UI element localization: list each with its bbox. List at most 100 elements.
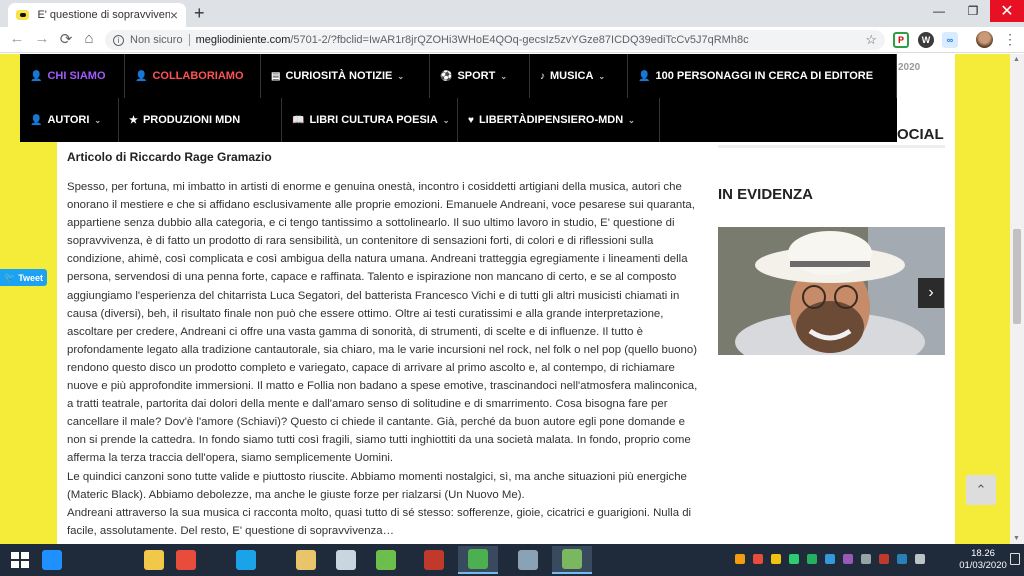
post-date-fragment: 2020: [898, 62, 921, 73]
tray-icon[interactable]: [843, 554, 853, 564]
page-viewport: 2020 OCIAL 👤 CHI SIAMO 👤 COLLABORIAMO ▤ CURIO…: [0, 54, 1010, 544]
page-scrollbar[interactable]: ▲ ▼: [1010, 54, 1024, 544]
security-label[interactable]: Non sicuro: [130, 34, 183, 46]
app-glyph: [236, 550, 256, 570]
reload-button[interactable]: ⟳: [57, 30, 75, 48]
yellow-margin-right: [955, 54, 1010, 544]
address-separator: [188, 34, 190, 46]
media-player-icon[interactable]: [166, 546, 206, 574]
power-app-icon[interactable]: [414, 546, 454, 574]
user-icon: 👤: [30, 70, 43, 82]
sky-go-icon[interactable]: [226, 546, 266, 574]
tray-icon[interactable]: [879, 554, 889, 564]
featured-portrait-illustration: [718, 227, 945, 355]
user-icon: 👤: [30, 114, 43, 126]
nav-item[interactable]: 👤 100 PERSONAGGI IN CERCA DI EDITORE: [628, 54, 897, 98]
user-icon: 👤: [135, 70, 148, 82]
browser-menu-icon[interactable]: ⋮: [1003, 31, 1017, 48]
system-tray: [735, 554, 925, 564]
app-glyph: [176, 550, 196, 570]
home-button[interactable]: ⌂: [80, 30, 98, 47]
article-paragraph: Le quindici canzoni sono tutte valide e …: [67, 470, 687, 501]
browser-tab[interactable]: E' questione di sopravvivenza - E ×: [8, 3, 186, 27]
nav-item-label: CURIOSITÀ NOTIZIE: [285, 70, 393, 82]
soccer-ball-icon: ⚽: [440, 70, 453, 82]
scroll-thumb[interactable]: [1013, 229, 1021, 324]
info-icon[interactable]: i: [113, 34, 124, 46]
back-to-top-button[interactable]: ⌃: [966, 475, 996, 505]
notification-icon[interactable]: [1010, 553, 1020, 565]
calculator-app-icon[interactable]: [552, 546, 592, 574]
app-glyph: [518, 550, 538, 570]
chrome-icon[interactable]: [458, 546, 498, 574]
nav-item-label: COLLABORIAMO: [152, 70, 244, 82]
nav-item[interactable]: 📖 LIBRI CULTURA POESIA ⌄: [282, 98, 458, 142]
star-icon: ★: [129, 114, 138, 126]
bookmark-star-icon[interactable]: ☆: [865, 32, 877, 48]
clock-date: 01/03/2020: [959, 560, 1007, 571]
chevron-down-icon: ⌄: [397, 71, 405, 81]
nav-item[interactable]: ⚽ SPORT ⌄: [430, 54, 530, 98]
heading-underline: [718, 145, 945, 148]
maximize-button[interactable]: ❐: [956, 0, 990, 22]
nav-item[interactable]: ★ PRODUZIONI MDN: [119, 98, 282, 142]
nav-item[interactable]: ♥ LIBERTÀDIPENSIERO-MDN ⌄: [458, 98, 660, 142]
tray-icon[interactable]: [807, 554, 817, 564]
tray-icon[interactable]: [753, 554, 763, 564]
chart-app-icon[interactable]: [366, 546, 406, 574]
newspaper-icon: ▤: [271, 70, 281, 82]
browser-toolbar: ← → ⟳ ⌂ i Non sicuro megliodiniente.com …: [0, 27, 1024, 53]
carousel-next-button[interactable]: ›: [918, 278, 944, 308]
forward-button[interactable]: →: [33, 30, 51, 47]
address-bar[interactable]: i Non sicuro megliodiniente.com /5701-2/…: [105, 30, 885, 50]
tray-icon[interactable]: [735, 554, 745, 564]
chevron-down-icon: ⌄: [628, 115, 635, 125]
tray-icon[interactable]: [789, 554, 799, 564]
chevron-down-icon: ⌄: [442, 115, 450, 125]
featured-image[interactable]: [718, 227, 945, 355]
article-paragraph: Andreani attraverso la sua musica ci rac…: [67, 506, 692, 537]
nav-item[interactable]: 👤 CHI SIAMO: [20, 54, 125, 98]
book-icon: 📖: [292, 114, 305, 126]
app-glyph: [296, 550, 316, 570]
scroll-up-icon[interactable]: ▲: [1013, 56, 1020, 63]
tray-icon[interactable]: [915, 554, 925, 564]
tray-icon[interactable]: [771, 554, 781, 564]
tray-icon[interactable]: [825, 554, 835, 564]
nav-item-label: MUSICA: [550, 70, 594, 82]
scroll-down-icon[interactable]: ▼: [1013, 535, 1020, 542]
nav-item-label: LIBRI CULTURA POESIA: [309, 114, 438, 126]
article-paragraph: Spesso, per fortuna, mi imbatto in artis…: [67, 181, 698, 465]
link-extension-icon[interactable]: ∞: [942, 32, 958, 48]
close-window-button[interactable]: ✕: [990, 0, 1024, 22]
network-app-icon[interactable]: [508, 546, 548, 574]
app-glyph: [424, 550, 444, 570]
back-button[interactable]: ←: [8, 30, 26, 47]
tab-close-icon[interactable]: ×: [170, 7, 178, 23]
internet-explorer-icon[interactable]: [32, 546, 72, 574]
nav-item-label: PRODUZIONI MDN: [142, 114, 241, 126]
windows-taskbar: 18.26 01/03/2020: [0, 544, 1024, 576]
nav-item[interactable]: 👤 AUTORI ⌄: [20, 98, 119, 142]
chevron-down-icon: ⌄: [500, 71, 508, 81]
new-tab-button[interactable]: +: [194, 3, 205, 24]
nav-item[interactable]: 👤 COLLABORIAMO: [125, 54, 261, 98]
minimize-button[interactable]: —: [922, 0, 956, 22]
file-manager-icon[interactable]: [286, 546, 326, 574]
nav-item-label: AUTORI: [47, 114, 90, 126]
nav-item-label: SPORT: [457, 70, 496, 82]
wordpress-icon[interactable]: W: [918, 32, 934, 48]
tray-icon[interactable]: [897, 554, 907, 564]
nav-item-label: 100 PERSONAGGI IN CERCA DI EDITORE: [655, 70, 874, 82]
article-byline: Articolo di Riccardo Rage Gramazio: [67, 150, 272, 164]
file-cabinet-icon[interactable]: [326, 546, 366, 574]
nav-item[interactable]: ♪ MUSICA ⌄: [530, 54, 628, 98]
taskbar-clock[interactable]: 18.26 01/03/2020: [958, 548, 1008, 572]
tray-icon[interactable]: [861, 554, 871, 564]
site-favicon-icon: [16, 10, 30, 20]
clock-time: 18.26: [971, 548, 995, 559]
nav-item[interactable]: ▤ CURIOSITÀ NOTIZIE ⌄: [261, 54, 430, 98]
profile-avatar[interactable]: [976, 31, 993, 48]
pdf-extension-icon[interactable]: P: [893, 32, 909, 48]
tweet-button[interactable]: 🐦 Tweet: [0, 269, 47, 286]
